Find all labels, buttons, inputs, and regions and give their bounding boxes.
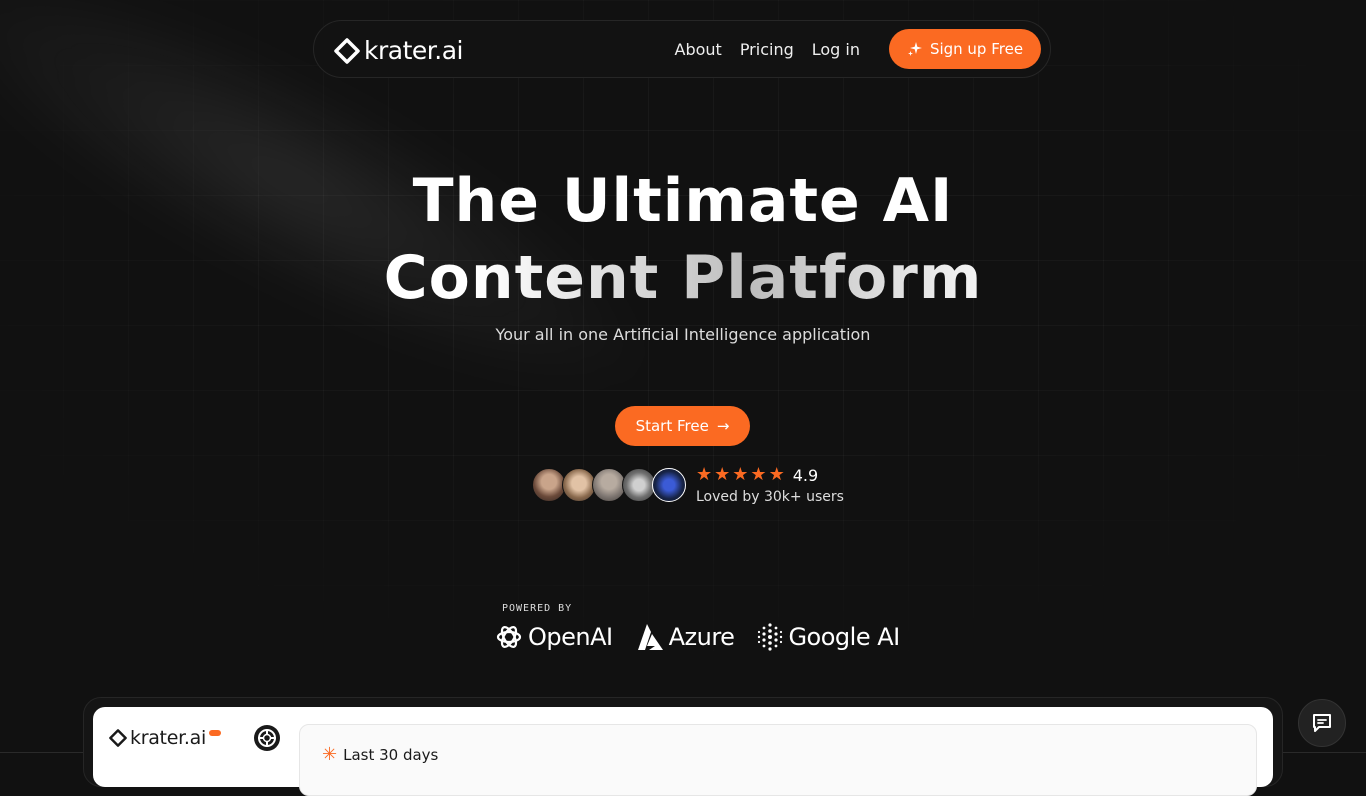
- openai-logo-icon: [496, 626, 522, 648]
- powered-by-brands: OpenAI Azure Google AI: [494, 622, 900, 652]
- diamond-logo-icon: [109, 729, 127, 747]
- brand-openai: OpenAI: [494, 622, 613, 652]
- brand-logo[interactable]: krater.ai: [334, 36, 463, 65]
- preview-logo: krater.ai: [109, 727, 221, 749]
- powered-by-label: POWERED BY: [502, 603, 573, 614]
- signup-label: Sign up Free: [929, 40, 1024, 58]
- loved-by-text: Loved by 30k+ users: [696, 489, 844, 505]
- google-ai-logo-icon: [758, 623, 783, 651]
- chat-bubble-icon: [1313, 714, 1331, 732]
- star-icon: ★: [732, 464, 749, 485]
- hero-title-line1: The Ultimate AI: [412, 166, 954, 236]
- diamond-logo-icon: [334, 37, 360, 64]
- app-logo-icon: [254, 725, 280, 751]
- avatar: [592, 468, 626, 502]
- preview-badge: [208, 730, 221, 736]
- preview-logo-text: krater.ai: [130, 727, 206, 749]
- signup-button[interactable]: Sign up Free: [889, 29, 1041, 69]
- arrow-right-icon: →: [716, 417, 730, 435]
- nav-link-about[interactable]: About: [675, 40, 722, 59]
- avatar: [652, 468, 686, 502]
- hero-title-line2: Content Platform: [0, 240, 1366, 317]
- asterisk-icon: ✳: [322, 744, 338, 765]
- start-free-button[interactable]: Start Free →: [615, 406, 750, 446]
- logo-text: krater.ai: [364, 36, 463, 65]
- nav-link-login[interactable]: Log in: [812, 40, 860, 59]
- user-avatars: [532, 468, 686, 502]
- brand-google-ai: Google AI: [756, 622, 900, 652]
- brand-google-ai-name: Google AI: [788, 623, 900, 651]
- brand-openai-name: OpenAI: [528, 623, 613, 651]
- star-icon: ★: [768, 464, 785, 485]
- app-preview: krater.ai ✳ Last 30 days: [93, 707, 1273, 796]
- avatar: [622, 468, 656, 502]
- brand-azure-name: Azure: [668, 623, 735, 651]
- star-icon: ★: [714, 464, 731, 485]
- star-icon: ★: [750, 464, 767, 485]
- star-icon: ★: [696, 464, 713, 485]
- preview-analytics-card: ✳ Last 30 days: [299, 724, 1257, 796]
- azure-logo-icon: [637, 624, 663, 650]
- chat-widget-button[interactable]: [1298, 699, 1346, 747]
- period-selector[interactable]: ✳ Last 30 days: [322, 744, 438, 765]
- rating-value: 4.9: [792, 465, 819, 485]
- hero-subtitle: Your all in one Artificial Intelligence …: [495, 325, 871, 344]
- nav-links: About Pricing Log in: [675, 40, 861, 59]
- hero-title: The Ultimate AI Content Platform: [0, 163, 1366, 317]
- sparkle-icon: [907, 42, 922, 56]
- top-navigation: krater.ai About Pricing Log in Sign up F…: [313, 20, 1051, 78]
- avatar: [532, 468, 566, 502]
- start-free-label: Start Free: [635, 417, 709, 435]
- period-label: Last 30 days: [343, 745, 439, 764]
- brand-azure: Azure: [635, 622, 735, 652]
- nav-link-pricing[interactable]: Pricing: [740, 40, 794, 59]
- avatar: [562, 468, 596, 502]
- star-rating: ★ ★ ★ ★ ★ 4.9: [696, 465, 818, 485]
